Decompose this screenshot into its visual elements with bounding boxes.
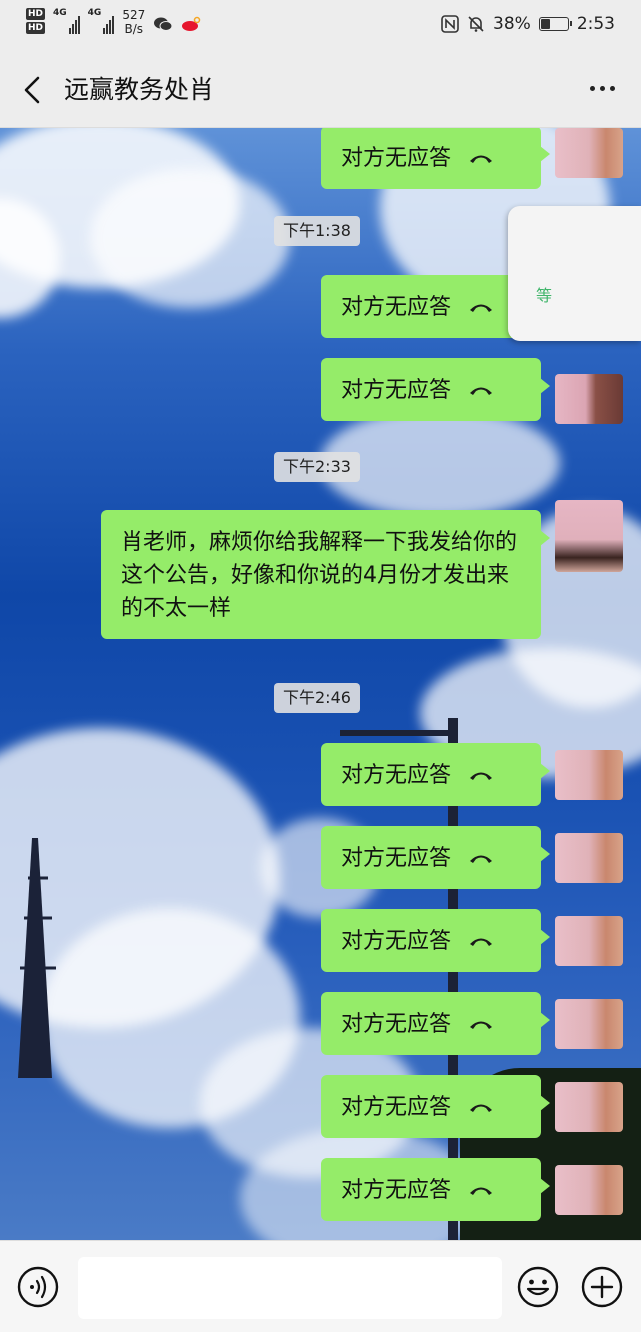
hang-up-phone-icon xyxy=(470,304,493,312)
clock: 2:53 xyxy=(576,14,615,34)
network-speed: 527 B/s xyxy=(122,8,145,36)
text-message-bubble[interactable]: 肖老师，麻烦你给我解释一下我发给你的这个公告，好像和你说的4月份才发出来的不太一… xyxy=(101,510,550,639)
avatar[interactable] xyxy=(555,1082,623,1132)
call-bubble-text: 对方无应答 xyxy=(341,294,452,320)
status-bar: HD HD 4G 4G 527 B/s 38% 2:53 xyxy=(0,0,641,52)
avatar[interactable] xyxy=(555,500,623,572)
battery-percent: 38% xyxy=(493,14,531,34)
hang-up-phone-icon xyxy=(470,1187,493,1195)
timestamp: 下午1:38 xyxy=(274,216,360,246)
call-bubble-9[interactable]: 对方无应答 xyxy=(321,1158,550,1221)
hang-up-phone-icon xyxy=(470,772,493,780)
chat-area[interactable]: 对方无应答 下午1:38 对方无应答 对方无应答 下午2:33 肖老师，麻烦你给… xyxy=(0,128,641,1240)
popup-text: 等 xyxy=(536,286,553,305)
signal-icon-1: 4G xyxy=(53,8,80,34)
hd-indicators: HD HD xyxy=(26,8,46,34)
call-bubble-4[interactable]: 对方无应答 xyxy=(321,743,550,806)
nfc-icon xyxy=(441,15,459,33)
tower-silhouette xyxy=(18,838,56,1078)
lamp-arm xyxy=(340,730,458,736)
call-bubble-text: 对方无应答 xyxy=(341,1011,452,1037)
call-bubble-text: 对方无应答 xyxy=(341,845,452,871)
hang-up-phone-icon xyxy=(470,155,493,163)
call-bubble-text: 对方无应答 xyxy=(341,1177,452,1203)
call-bubble-text: 对方无应答 xyxy=(341,928,452,954)
timestamp: 下午2:33 xyxy=(274,452,360,482)
call-bubble-1[interactable]: 对方无应答 xyxy=(321,128,550,189)
call-bubble-text: 对方无应答 xyxy=(341,1094,452,1120)
avatar[interactable] xyxy=(555,916,623,966)
battery-icon xyxy=(538,17,572,31)
text-message-content: 肖老师，麻烦你给我解释一下我发给你的这个公告，好像和你说的4月份才发出来的不太一… xyxy=(121,530,518,621)
speed-unit: B/s xyxy=(124,22,144,36)
signal-icon-2: 4G xyxy=(88,8,115,34)
chat-header: 远赢教务处肖 xyxy=(0,52,641,128)
wechat-icon xyxy=(154,17,173,31)
call-bubble-7[interactable]: 对方无应答 xyxy=(321,992,550,1055)
avatar[interactable] xyxy=(555,999,623,1049)
call-bubble-text: 对方无应答 xyxy=(341,145,452,171)
avatar[interactable] xyxy=(555,374,623,424)
hd-badge-1: HD xyxy=(26,8,46,20)
status-right: 38% 2:53 xyxy=(441,14,615,34)
mute-bell-icon xyxy=(468,16,484,32)
floating-popup[interactable]: 等 xyxy=(508,206,641,341)
hang-up-phone-icon xyxy=(470,387,493,395)
plus-icon[interactable] xyxy=(580,1265,624,1309)
call-bubble-3[interactable]: 对方无应答 xyxy=(321,358,550,421)
hd-badge-2: HD xyxy=(26,22,46,34)
call-bubble-text: 对方无应答 xyxy=(341,762,452,788)
emoji-icon[interactable] xyxy=(516,1265,560,1309)
message-input[interactable] xyxy=(78,1257,502,1319)
hang-up-phone-icon xyxy=(470,1021,493,1029)
avatar[interactable] xyxy=(555,750,623,800)
call-bubble-6[interactable]: 对方无应答 xyxy=(321,909,550,972)
timestamp: 下午2:46 xyxy=(274,683,360,713)
avatar[interactable] xyxy=(555,833,623,883)
network-label-1: 4G xyxy=(53,8,67,18)
hang-up-phone-icon xyxy=(470,938,493,946)
chevron-left-icon[interactable] xyxy=(18,72,48,108)
weibo-icon xyxy=(182,16,201,31)
call-bubble-text: 对方无应答 xyxy=(341,377,452,403)
call-bubble-8[interactable]: 对方无应答 xyxy=(321,1075,550,1138)
status-left: HD HD 4G 4G 527 B/s xyxy=(26,8,201,36)
input-bar xyxy=(0,1240,641,1332)
chat-title: 远赢教务处肖 xyxy=(64,75,215,104)
battery-fill xyxy=(540,19,551,29)
network-label-2: 4G xyxy=(87,8,102,18)
hang-up-phone-icon xyxy=(470,855,493,863)
avatar[interactable] xyxy=(555,128,623,178)
more-dots-icon[interactable] xyxy=(590,86,615,91)
call-bubble-5[interactable]: 对方无应答 xyxy=(321,826,550,889)
speed-value: 527 xyxy=(122,8,146,22)
avatar[interactable] xyxy=(555,1165,623,1215)
voice-icon[interactable] xyxy=(16,1265,60,1309)
hang-up-phone-icon xyxy=(470,1104,493,1112)
